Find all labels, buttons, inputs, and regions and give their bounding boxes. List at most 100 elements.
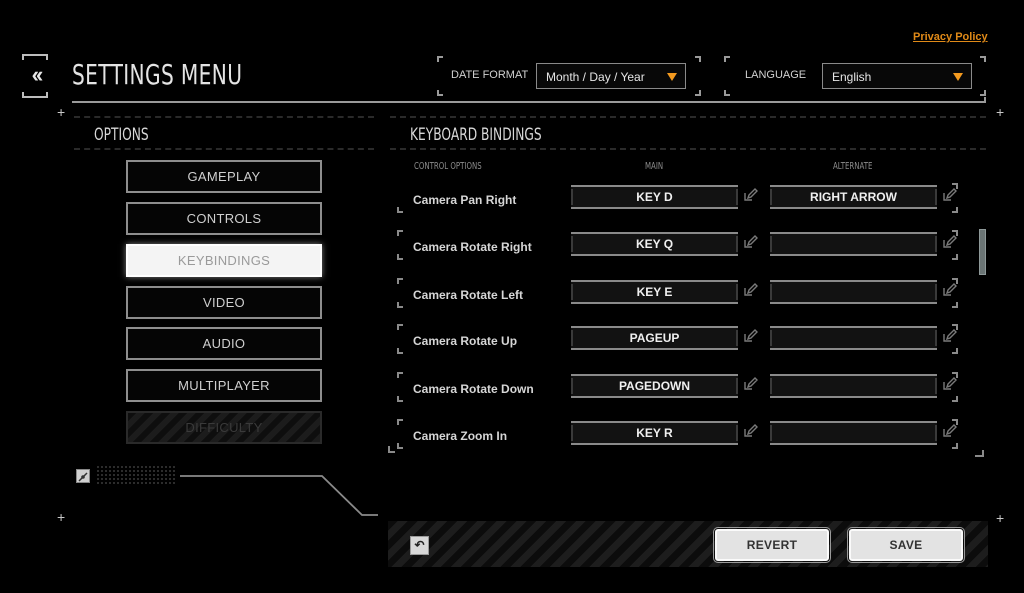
privacy-policy-link[interactable]: Privacy Policy — [913, 31, 988, 43]
nav-keybindings[interactable]: KEYBINDINGS — [126, 244, 322, 277]
undo-icon[interactable]: ↶ — [410, 536, 429, 555]
corner-bracket — [952, 348, 958, 354]
binding-action-label: Camera Rotate Left — [413, 288, 524, 302]
binding-row: Camera Zoom In KEY R — [396, 419, 966, 471]
alternate-key-field[interactable]: RIGHT ARROW — [770, 185, 937, 209]
corner-bracket — [397, 372, 403, 378]
edit-icon[interactable] — [941, 234, 957, 250]
corner-bracket — [724, 90, 730, 96]
alternate-key-value: RIGHT ARROW — [810, 190, 897, 204]
double-chevron-left-icon: ‹‹ — [31, 62, 44, 87]
revert-button[interactable]: REVERT — [713, 527, 831, 563]
bracket-top — [22, 54, 48, 60]
edit-icon[interactable] — [742, 282, 758, 298]
corner-bracket — [397, 396, 403, 402]
alternate-key-field[interactable] — [770, 280, 937, 304]
language-label: LANGUAGE — [745, 69, 807, 81]
nav-audio[interactable]: AUDIO — [126, 327, 322, 360]
binding-row: Camera Pan Right KEY D RIGHT ARROW — [396, 183, 966, 235]
plus-deco-icon: + — [996, 104, 1005, 120]
options-header: OPTIONS — [74, 116, 374, 150]
binding-action-label: Camera Zoom In — [413, 429, 508, 443]
date-format-label: DATE FORMAT — [451, 69, 529, 81]
edit-icon[interactable] — [742, 234, 758, 250]
binding-action-label: Camera Rotate Down — [413, 382, 534, 396]
save-button[interactable]: SAVE — [847, 527, 965, 563]
alternate-key-field[interactable] — [770, 326, 937, 350]
corner-bracket — [437, 56, 443, 62]
corner-bracket — [980, 56, 986, 62]
corner-bracket — [397, 278, 403, 284]
bracket-bottom — [22, 92, 48, 98]
corner-bracket — [397, 443, 403, 449]
corner-bracket — [437, 90, 443, 96]
plus-deco-icon: + — [57, 509, 66, 525]
binding-action-label: Camera Pan Right — [413, 193, 517, 207]
edit-icon[interactable] — [941, 328, 957, 344]
corner-bracket — [724, 56, 730, 62]
main-key-field[interactable]: KEY D — [571, 185, 738, 209]
binding-row: Camera Rotate Left KEY E — [396, 278, 966, 330]
binding-action-label: Camera Rotate Right — [413, 240, 532, 254]
corner-bracket — [952, 396, 958, 402]
main-key-field[interactable]: PAGEUP — [571, 326, 738, 350]
nav-video[interactable]: VIDEO — [126, 286, 322, 319]
keyboard-bindings-heading: KEYBOARD BINDINGS — [410, 125, 542, 145]
main-key-value: KEY R — [636, 426, 673, 440]
nav-controls[interactable]: CONTROLS — [126, 202, 322, 235]
corner-bracket — [952, 302, 958, 308]
corner-bracket — [952, 443, 958, 449]
corner-bracket — [397, 419, 403, 425]
expand-icon[interactable] — [76, 469, 90, 483]
date-format-select[interactable]: Month / Day / Year — [536, 63, 686, 89]
connector-line-deco — [180, 475, 378, 516]
edit-icon[interactable] — [941, 376, 957, 392]
keyboard-bindings-header: KEYBOARD BINDINGS — [390, 116, 986, 150]
plus-deco-icon: + — [57, 104, 66, 120]
scrollbar-thumb[interactable] — [979, 229, 986, 275]
main-key-value: PAGEUP — [629, 331, 680, 345]
column-header-alternate: ALTERNATE — [833, 161, 873, 172]
binding-row: Camera Rotate Right KEY Q — [396, 230, 966, 282]
corner-bracket — [397, 302, 403, 308]
edit-icon[interactable] — [941, 423, 957, 439]
binding-action-label: Camera Rotate Up — [413, 334, 518, 348]
page-title: SETTINGS MENU — [72, 58, 243, 91]
main-key-field[interactable]: KEY Q — [571, 232, 738, 256]
dropdown-arrow-icon — [667, 73, 677, 81]
edit-icon[interactable] — [941, 187, 957, 203]
header-divider — [72, 101, 986, 103]
corner-bracket — [397, 348, 403, 354]
column-header-control: CONTROL OPTIONS — [414, 161, 482, 172]
corner-bracket — [397, 254, 403, 260]
corner-bracket — [975, 450, 984, 457]
corner-bracket — [952, 207, 958, 213]
edit-icon[interactable] — [742, 328, 758, 344]
alternate-key-field[interactable] — [770, 232, 937, 256]
date-format-group: DATE FORMAT Month / Day / Year — [437, 56, 701, 96]
main-key-field[interactable]: KEY R — [571, 421, 738, 445]
edit-icon[interactable] — [742, 423, 758, 439]
corner-bracket — [397, 324, 403, 330]
corner-bracket — [388, 446, 395, 453]
binding-row: Camera Rotate Down PAGEDOWN — [396, 372, 966, 424]
main-key-field[interactable]: KEY E — [571, 280, 738, 304]
main-key-field[interactable]: PAGEDOWN — [571, 374, 738, 398]
alternate-key-field[interactable] — [770, 374, 937, 398]
main-key-value: KEY Q — [635, 237, 674, 251]
edit-icon[interactable] — [742, 376, 758, 392]
options-heading: OPTIONS — [94, 125, 149, 145]
column-header-main: MAIN — [645, 161, 664, 172]
edit-icon[interactable] — [742, 187, 758, 203]
edit-icon[interactable] — [941, 282, 957, 298]
nav-difficulty: DIFFICULTY — [126, 411, 322, 444]
nav-gameplay[interactable]: GAMEPLAY — [126, 160, 322, 193]
language-value: English — [832, 70, 872, 84]
language-group: LANGUAGE English — [724, 56, 986, 96]
back-button[interactable]: ‹‹ — [22, 54, 48, 98]
nav-multiplayer[interactable]: MULTIPLAYER — [126, 369, 322, 402]
alternate-key-field[interactable] — [770, 421, 937, 445]
binding-row: Camera Rotate Up PAGEUP — [396, 324, 966, 376]
language-select[interactable]: English — [822, 63, 972, 89]
dot-grid-deco — [96, 465, 177, 486]
